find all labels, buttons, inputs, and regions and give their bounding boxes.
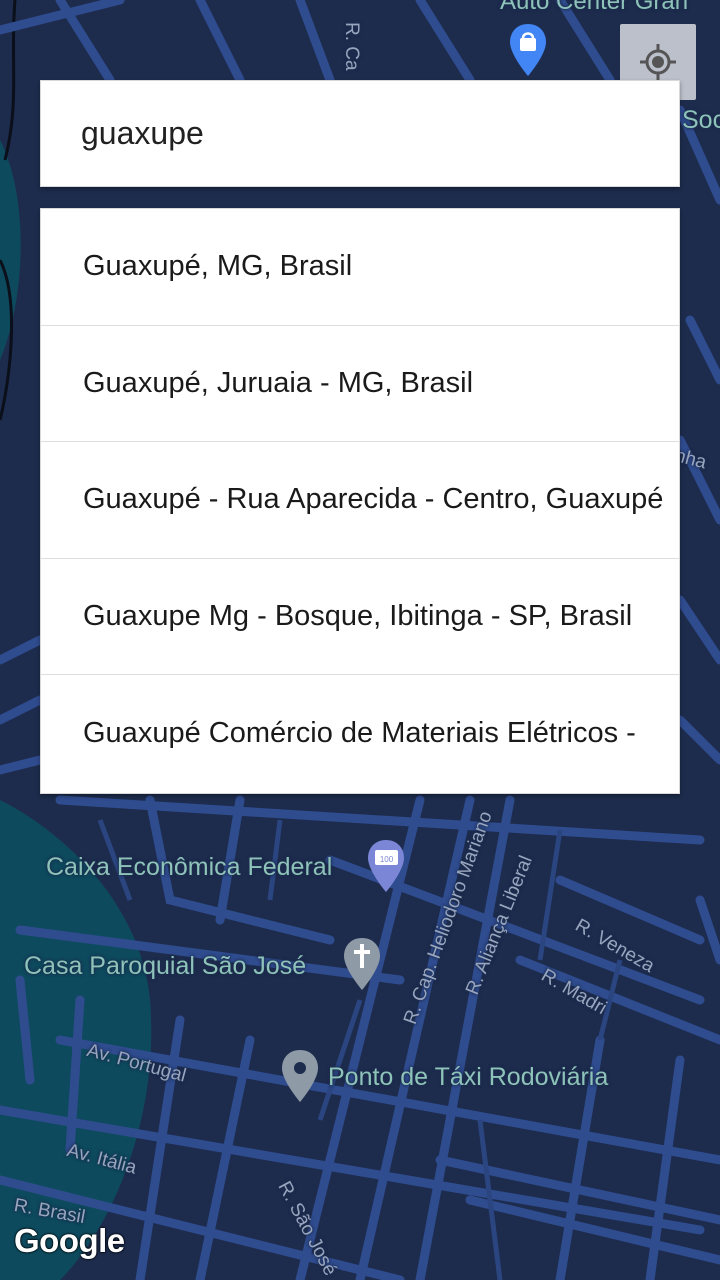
svg-text:100: 100 xyxy=(380,855,394,864)
suggestion-item[interactable]: Guaxupé, MG, Brasil xyxy=(41,209,679,326)
suggestion-text: Guaxupé, Juruaia - MG, Brasil xyxy=(83,366,474,399)
suggestion-text: Guaxupé Comércio de Materiais Elétricos … xyxy=(83,717,636,750)
google-logo: Google xyxy=(14,1222,125,1259)
suggestion-text: Guaxupé, MG, Brasil xyxy=(83,250,353,283)
taxi-pin-icon[interactable] xyxy=(280,1048,320,1104)
street-label: R. Ca xyxy=(341,22,362,71)
suggestion-item[interactable]: Guaxupé, Juruaia - MG, Brasil xyxy=(41,326,679,443)
place-label-casa-paroquial[interactable]: Casa Paroquial São José xyxy=(24,952,306,981)
suggestion-item[interactable]: Guaxupe Mg - Bosque, Ibitinga - SP, Bras… xyxy=(41,559,679,676)
place-label-ponto-taxi[interactable]: Ponto de Táxi Rodoviária xyxy=(328,1063,608,1092)
search-input[interactable] xyxy=(81,81,661,186)
suggestion-text: Guaxupe Mg - Bosque, Ibitinga - SP, Bras… xyxy=(83,600,633,633)
suggestion-text: Guaxupé - Rua Aparecida - Centro, Guaxup… xyxy=(83,483,664,516)
place-label-caixa[interactable]: Caixa Econômica Federal xyxy=(46,853,332,882)
church-pin-icon[interactable] xyxy=(342,936,382,992)
suggestions-list: Guaxupé, MG, Brasil Guaxupé, Juruaia - M… xyxy=(40,208,680,794)
suggestion-item[interactable]: Guaxupé Comércio de Materiais Elétricos … xyxy=(41,675,679,792)
bank-pin-icon[interactable]: 100 xyxy=(366,838,406,894)
search-bar[interactable] xyxy=(40,80,680,187)
map-label-top: Auto Center Gran xyxy=(500,0,689,15)
crosshair-icon xyxy=(640,44,676,80)
shopping-pin-icon[interactable] xyxy=(508,22,548,78)
map-label-right-top: Soc xyxy=(682,106,720,134)
suggestion-item[interactable]: Guaxupé - Rua Aparecida - Centro, Guaxup… xyxy=(41,442,679,559)
